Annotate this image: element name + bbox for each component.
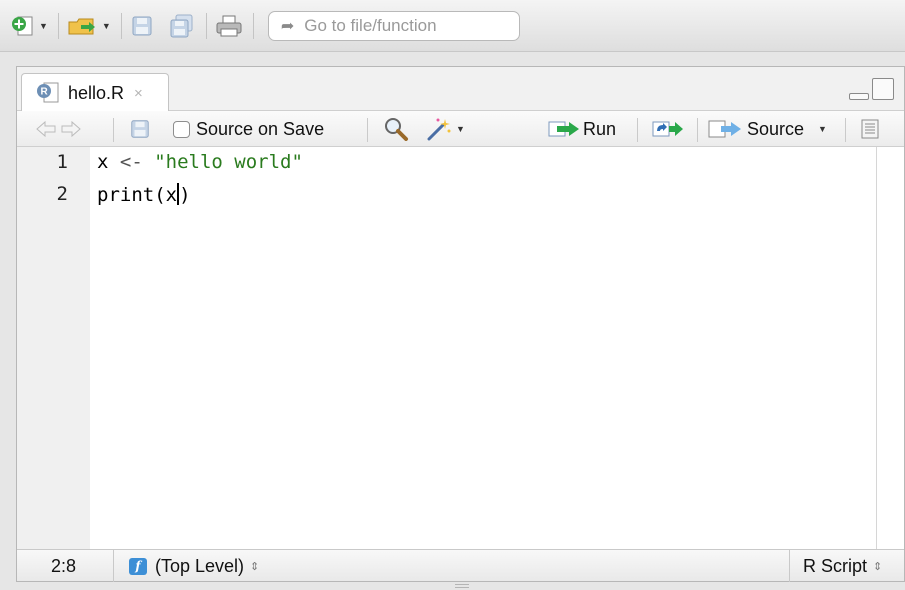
print-icon xyxy=(216,15,242,36)
toolbar-divider xyxy=(57,12,59,39)
source-arrow-icon xyxy=(708,120,741,138)
new-file-button[interactable]: ▼ xyxy=(10,11,48,41)
toolbar-divider xyxy=(845,118,846,142)
rerun-icon xyxy=(652,121,683,137)
source-label: Source xyxy=(747,118,805,139)
source-editor-pane: R hello.R × Source on Save ▼ Run Source … xyxy=(16,66,905,582)
chevron-down-icon[interactable]: ▼ xyxy=(39,21,48,31)
status-divider xyxy=(789,550,790,582)
run-button[interactable]: Run xyxy=(547,111,616,147)
back-arrow-icon xyxy=(36,120,56,138)
toolbar-divider xyxy=(252,12,254,39)
go-to-placeholder: Go to file/function xyxy=(304,15,437,35)
magnifier-icon xyxy=(385,118,408,141)
run-arrow-icon xyxy=(548,121,579,137)
close-icon[interactable]: × xyxy=(134,85,143,102)
tab-hello-r[interactable]: R hello.R × xyxy=(21,73,169,112)
code-editor[interactable]: 1 2 x <- "hello world" print(x) xyxy=(17,147,904,549)
up-down-arrows-icon: ⇕ xyxy=(250,560,260,573)
code-line[interactable]: x <- "hello world" xyxy=(97,151,303,173)
code-tools-button[interactable]: ▼ xyxy=(425,111,465,147)
tab-label: hello.R xyxy=(68,82,125,103)
magic-wand-icon xyxy=(427,118,451,141)
save-icon xyxy=(131,120,149,138)
forward-arrow-icon xyxy=(61,120,81,138)
editor-tab-bar: R hello.R × xyxy=(17,67,904,112)
save-file-button[interactable] xyxy=(129,111,151,147)
toolbar-divider xyxy=(205,12,207,39)
vertical-scrollbar[interactable] xyxy=(876,147,904,549)
save-all-icon xyxy=(170,14,193,37)
main-toolbar: ▼ ▼ ➦ Go to file/function xyxy=(0,0,905,52)
file-type-selector[interactable]: R Script ⇕ xyxy=(803,550,882,582)
chevron-down-icon[interactable]: ▼ xyxy=(102,21,111,31)
pane-window-controls xyxy=(849,78,894,100)
save-button[interactable] xyxy=(130,11,154,41)
line-number: 1 xyxy=(56,151,68,173)
source-on-save-checkbox[interactable]: Source on Save xyxy=(173,111,324,147)
cursor-position: 2:8 xyxy=(51,555,77,576)
back-button[interactable] xyxy=(35,111,57,147)
chevron-down-icon[interactable]: ▼ xyxy=(818,124,827,134)
up-down-arrows-icon: ⇕ xyxy=(873,560,883,573)
code-text: ) xyxy=(179,184,191,206)
r-file-icon: R xyxy=(36,82,64,104)
editor-toolbar: Source on Save ▼ Run Source ▼ xyxy=(17,111,904,147)
code-text: print(x xyxy=(97,184,178,206)
source-button[interactable]: Source ▼ xyxy=(707,111,827,147)
code-line[interactable]: print(x) xyxy=(97,183,191,206)
code-identifier: x xyxy=(97,151,109,173)
pane-resize-grip[interactable] xyxy=(455,584,469,588)
status-divider xyxy=(113,550,114,582)
go-to-arrow-icon: ➦ xyxy=(280,17,295,35)
editor-status-bar: 2:8 f (Top Level) ⇕ R Script ⇕ xyxy=(17,549,904,582)
toolbar-divider xyxy=(697,118,698,142)
find-replace-button[interactable] xyxy=(383,111,409,147)
line-number: 2 xyxy=(56,183,68,205)
forward-button[interactable] xyxy=(60,111,82,147)
open-file-button[interactable]: ▼ xyxy=(67,11,111,41)
document-outline-button[interactable] xyxy=(859,111,881,147)
toolbar-divider xyxy=(120,12,122,39)
print-button[interactable] xyxy=(215,11,243,41)
toolbar-divider xyxy=(637,118,638,142)
toolbar-divider xyxy=(113,118,114,142)
file-type-label: R Script xyxy=(803,555,868,576)
checkbox-box[interactable] xyxy=(173,120,190,138)
line-number-gutter: 1 2 xyxy=(17,147,90,549)
svg-text:R: R xyxy=(41,87,49,98)
run-label: Run xyxy=(583,118,617,139)
chevron-down-icon[interactable]: ▼ xyxy=(456,124,465,134)
scope-selector[interactable]: f (Top Level) ⇕ xyxy=(129,550,259,582)
code-string: "hello world" xyxy=(154,151,303,173)
toolbar-divider xyxy=(367,118,368,142)
save-icon xyxy=(132,16,152,35)
function-icon: f xyxy=(129,557,147,575)
code-operator: <- xyxy=(108,151,155,173)
save-all-button[interactable] xyxy=(168,11,196,41)
rstudio-window: ▼ ▼ ➦ Go to file/function R hello.R × So… xyxy=(0,0,905,590)
outline-list-icon xyxy=(861,119,879,139)
maximize-pane-icon[interactable] xyxy=(872,78,894,100)
go-to-file-function-input[interactable]: ➦ Go to file/function xyxy=(267,10,520,41)
scope-label: (Top Level) xyxy=(155,555,245,576)
rerun-button[interactable] xyxy=(651,111,685,147)
new-file-plus-icon xyxy=(12,16,33,35)
open-folder-icon xyxy=(68,18,95,34)
minimize-pane-icon[interactable] xyxy=(849,93,869,100)
source-on-save-label: Source on Save xyxy=(196,118,325,139)
